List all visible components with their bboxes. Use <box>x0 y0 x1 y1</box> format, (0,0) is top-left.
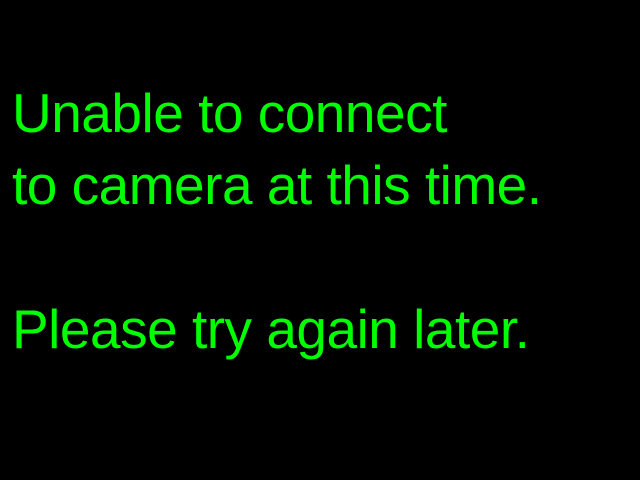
camera-error-screen: Unable to connect to camera at this time… <box>0 0 640 480</box>
retry-message: Please try again later. <box>12 298 530 360</box>
error-message-line-1: Unable to connect <box>12 82 447 144</box>
error-message-line-2: to camera at this time. <box>12 154 542 216</box>
